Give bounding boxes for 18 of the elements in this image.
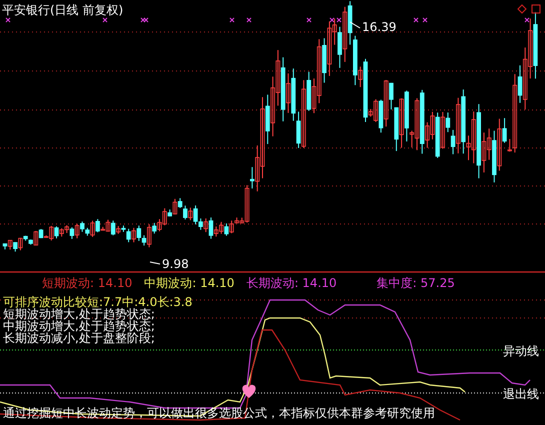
indicator-reading: 集中度: 57.25 [376,275,455,292]
indicator-reading: 短期波动: 14.10 [42,275,132,292]
diamond-icon[interactable] [517,4,527,14]
leader-line [350,22,360,28]
chart-title: 平安银行(日线 前复权) [2,2,124,19]
reference-line-label: 退出线 [503,386,539,403]
indicator-note: 可排序波动比较短:7.7中:4.0长:3.8 [3,296,194,308]
indicator-note: 长期波动减小,处于盘整阶段; [3,332,156,344]
square-icon[interactable] [531,4,541,14]
indicator-note: 短期波动增大,处于趋势状态; [3,308,156,320]
heart-icon [242,384,256,398]
indicator-reading: 长期波动: 14.10 [246,275,337,292]
indicator-note: 中期波动增大,处于趋势状态; [3,320,156,332]
reference-line-label: 异动线 [503,343,539,360]
high-price-label: 16.39 [362,20,396,34]
indicator-reading: 中期波动: 14.10 [144,275,234,292]
leader-line [150,262,160,264]
low-price-label: 9.98 [162,257,189,271]
